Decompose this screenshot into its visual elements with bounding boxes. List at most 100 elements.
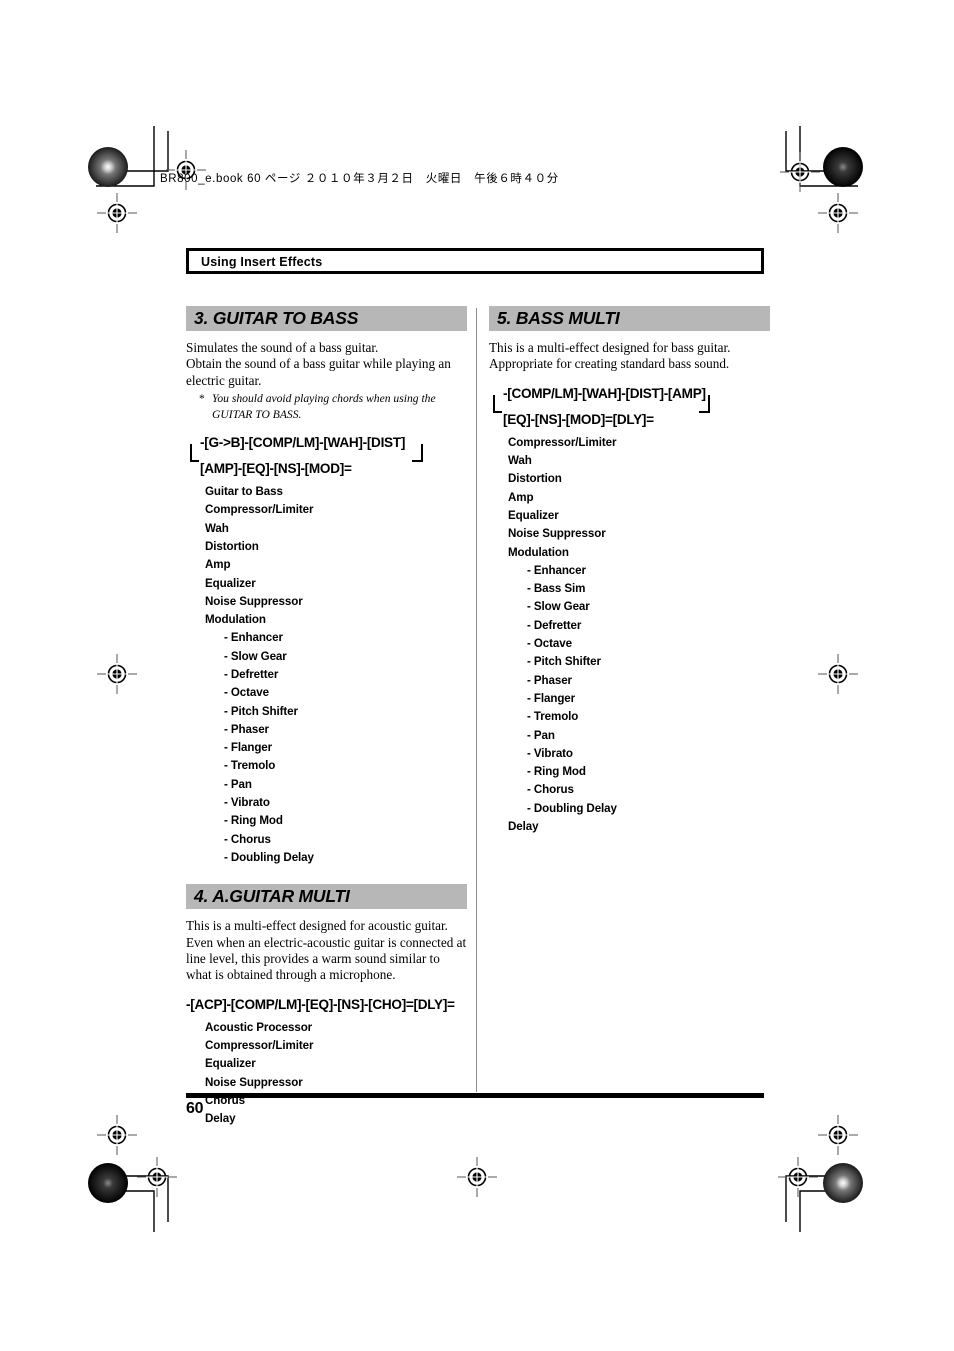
running-head-title: Using Insert Effects bbox=[201, 255, 323, 269]
halftone-target-bottom-right bbox=[823, 1163, 863, 1203]
effect-item: Guitar to Bass bbox=[205, 485, 283, 499]
section-3-effect-list: Guitar to Bass Compressor/Limiter Wah Disto… bbox=[186, 483, 467, 867]
effect-sub-item: - Chorus bbox=[224, 832, 271, 846]
effect-sub-item: - Enhancer bbox=[527, 563, 586, 577]
effect-sub-item: - Slow Gear bbox=[224, 649, 287, 663]
footer-rule bbox=[186, 1093, 764, 1098]
effect-item: Wah bbox=[508, 454, 532, 468]
effect-item: Amp bbox=[508, 490, 534, 504]
section-heading-bar-5: 5. BASS MULTI bbox=[489, 306, 770, 331]
effect-sub-item: - Vibrato bbox=[527, 746, 573, 760]
effect-item: Noise Suppressor bbox=[205, 594, 303, 608]
section-5-description: This is a multi-effect designed for bass… bbox=[489, 340, 770, 373]
effect-sub-item: - Tremolo bbox=[224, 759, 276, 773]
effect-sub-item: - Ring Mod bbox=[224, 814, 283, 828]
effect-item: Distortion bbox=[508, 472, 562, 486]
running-head-box: Using Insert Effects bbox=[186, 248, 764, 274]
printer-registration-marks bbox=[88, 126, 863, 1232]
effect-item: Equalizer bbox=[205, 576, 256, 590]
section-guitar-to-bass: 3. GUITAR TO BASS Simulates the sound of… bbox=[186, 306, 467, 867]
section-5-effect-list: Compressor/Limiter Wah Distortion Amp Equali… bbox=[489, 434, 770, 837]
signal-chain-row-2: [AMP]-[EQ]-[NS]-[MOD]= bbox=[186, 444, 467, 478]
section-4-signal-chain: -[ACP]-[COMP/LM]-[EQ]-[NS]-[CHO]=[DLY]= bbox=[186, 997, 467, 1014]
signal-chain-row-2: [EQ]-[NS]-[MOD]=[DLY]= bbox=[489, 394, 770, 429]
section-5-desc-line-1: This is a multi-effect designed for bass… bbox=[489, 340, 731, 355]
note-asterisk: * bbox=[199, 392, 205, 406]
section-3-signal-chain: -[G->B]-[COMP/LM]-[WAH]-[DIST] [AMP]-[EQ… bbox=[186, 435, 467, 478]
section-4-effect-list: Acoustic Processor Compressor/Limiter Equa… bbox=[186, 1019, 467, 1129]
effect-item: Equalizer bbox=[508, 509, 559, 522]
section-3-desc-line-2: Obtain the sound of a bass guitar while … bbox=[186, 356, 451, 388]
section-4-desc-line-2: Even when an electric-acoustic guitar is… bbox=[186, 934, 467, 983]
effect-sub-item: - Pan bbox=[527, 728, 555, 742]
section-heading-3: 3. GUITAR TO BASS bbox=[194, 308, 359, 328]
section-3-desc-line-1: Simulates the sound of a bass guitar. bbox=[186, 340, 379, 355]
effect-item: Compressor/Limiter bbox=[205, 503, 314, 517]
column-divider bbox=[476, 308, 477, 1092]
effect-sub-item: - Doubling Delay bbox=[527, 801, 617, 815]
effect-sub-item: - Vibrato bbox=[224, 796, 270, 810]
effect-item: Modulation bbox=[508, 545, 569, 559]
section-3-description: Simulates the sound of a bass guitar. Ob… bbox=[186, 340, 467, 389]
effect-item: Equalizer bbox=[205, 1057, 256, 1071]
effect-sub-item: - Enhancer bbox=[224, 631, 283, 645]
section-5-signal-chain: -[COMP/LM]-[WAH]-[DIST]-[AMP] [EQ]-[NS]-… bbox=[489, 386, 770, 429]
effect-sub-item: - Tremolo bbox=[527, 710, 579, 724]
effect-item: Compressor/Limiter bbox=[205, 1039, 314, 1053]
effect-sub-item: - Octave bbox=[527, 637, 572, 651]
effect-item: Delay bbox=[508, 820, 539, 834]
effect-sub-item: - Flanger bbox=[527, 691, 576, 705]
section-5-desc-line-2: Appropriate for creating standard bass s… bbox=[489, 356, 730, 372]
effect-item: Wah bbox=[205, 521, 229, 535]
effect-item: Compressor/Limiter bbox=[508, 435, 617, 449]
effect-sub-item: - Phaser bbox=[224, 722, 269, 736]
chain-elbow-left-horizontal bbox=[190, 460, 199, 463]
effect-sub-item: - Phaser bbox=[527, 673, 572, 687]
effect-sub-item: - Flanger bbox=[224, 741, 273, 755]
section-4-description: This is a multi-effect designed for acou… bbox=[186, 918, 467, 984]
halftone-target-bottom-left bbox=[88, 1163, 128, 1203]
signal-chain-row-1-text: -[G->B]-[COMP/LM]-[WAH]-[DIST] bbox=[200, 435, 406, 451]
effect-sub-item: - Bass Sim bbox=[527, 582, 586, 596]
effect-sub-item: - Pitch Shifter bbox=[527, 655, 601, 669]
page-number: 60 bbox=[186, 1100, 204, 1117]
effect-sub-item: - Doubling Delay bbox=[224, 850, 314, 864]
effect-item: Amp bbox=[205, 558, 231, 572]
effect-sub-item: - Defretter bbox=[527, 618, 582, 632]
right-column: 5. BASS MULTI This is a multi-effect des… bbox=[489, 306, 770, 836]
effect-item: Noise Suppressor bbox=[205, 1075, 303, 1089]
section-a-guitar-multi: 4. A.GUITAR MULTI This is a multi-effect… bbox=[186, 884, 467, 1128]
signal-chain-row-1: -[G->B]-[COMP/LM]-[WAH]-[DIST] bbox=[186, 435, 467, 463]
effect-item: Acoustic Processor bbox=[205, 1020, 313, 1034]
signal-chain-row-1-text: -[COMP/LM]-[WAH]-[DIST]-[AMP] bbox=[503, 385, 706, 401]
halftone-target-top-right bbox=[823, 147, 863, 187]
effect-sub-item: - Defretter bbox=[224, 668, 279, 681]
effect-sub-item: - Pitch Shifter bbox=[224, 704, 298, 718]
left-column: 3. GUITAR TO BASS Simulates the sound of… bbox=[186, 306, 467, 1129]
signal-chain-row-1: -[COMP/LM]-[WAH]-[DIST]-[AMP] bbox=[489, 385, 770, 413]
effect-item: Noise Suppressor bbox=[508, 527, 606, 541]
signal-chain-row-1-text: -[ACP]-[COMP/LM]-[EQ]-[NS]-[CHO]=[DLY]= bbox=[186, 996, 455, 1012]
section-heading-bar-4: 4. A.GUITAR MULTI bbox=[186, 884, 467, 910]
signal-chain-row-2-text: [AMP]-[EQ]-[NS]-[MOD]= bbox=[200, 461, 352, 477]
effect-sub-item: - Pan bbox=[224, 777, 252, 791]
effect-sub-item: - Chorus bbox=[527, 783, 574, 797]
halftone-target-top-left bbox=[88, 147, 128, 187]
signal-chain-row-1: -[ACP]-[COMP/LM]-[EQ]-[NS]-[CHO]=[DLY]= bbox=[186, 997, 467, 1014]
section-bass-multi: 5. BASS MULTI This is a multi-effect des… bbox=[489, 306, 770, 836]
note-text: You should avoid playing chords when usi… bbox=[212, 392, 436, 421]
section-heading-5: 5. BASS MULTI bbox=[497, 308, 620, 328]
section-4-desc-line-1: This is a multi-effect designed for acou… bbox=[186, 918, 448, 934]
effect-sub-item: - Octave bbox=[224, 686, 269, 700]
effect-item: Distortion bbox=[205, 539, 259, 553]
signal-chain-row-2-text: [EQ]-[NS]-[MOD]=[DLY]= bbox=[503, 411, 654, 427]
effect-sub-item: - Slow Gear bbox=[527, 600, 590, 614]
book-file-header: BR800_e.book 60 ページ ２０１０年３月２日 火曜日 午後６時４０… bbox=[160, 173, 559, 185]
effect-item: Delay bbox=[205, 1112, 236, 1126]
section-heading-4: 4. A.GUITAR MULTI bbox=[194, 886, 350, 907]
effect-item: Modulation bbox=[205, 613, 266, 627]
effect-sub-item: - Ring Mod bbox=[527, 765, 586, 779]
section-heading-bar-3: 3. GUITAR TO BASS bbox=[186, 306, 467, 331]
section-3-note: * You should avoid playing chords when u… bbox=[186, 391, 467, 422]
chain-elbow-left-horizontal bbox=[493, 410, 502, 413]
